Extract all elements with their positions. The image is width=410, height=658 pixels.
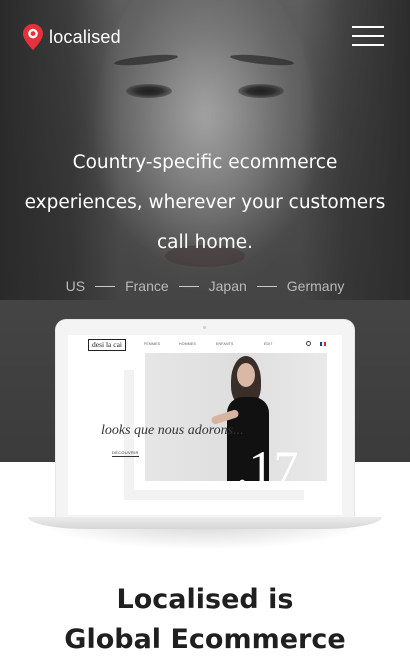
- country-list: US France Japan Germany: [0, 278, 410, 294]
- country-japan: Japan: [208, 278, 247, 294]
- map-pin-icon: [23, 24, 43, 50]
- mockup-model-face: [237, 363, 255, 387]
- laptop-camera: [203, 326, 206, 329]
- hamburger-icon[interactable]: [352, 26, 384, 46]
- mockup-site-nav: desi la cai FEMMES HOMMES ENFANTS EDIT: [68, 335, 342, 355]
- hero-headline-line: Country-specific ecommerce: [72, 152, 338, 173]
- mockup-nav-link: FEMMES: [144, 342, 161, 346]
- french-flag-icon: [320, 342, 326, 346]
- mockup-nav-link: ENFANTS: [216, 342, 234, 346]
- mockup-nav-link: EDIT: [264, 342, 273, 346]
- brand-name: localised: [49, 26, 121, 47]
- country-us: US: [65, 278, 86, 294]
- flag-stripe: [324, 342, 326, 346]
- country-france: France: [125, 278, 169, 294]
- site-header: localised: [0, 0, 410, 72]
- hero-image-eye: [238, 84, 284, 98]
- hero-headline: Country-specific ecommerce experiences, …: [20, 143, 390, 263]
- country-separator: [178, 285, 199, 287]
- laptop-mockup: desi la cai FEMMES HOMMES ENFANTS EDIT .…: [56, 320, 354, 524]
- mockup-site-logo: desi la cai: [88, 339, 126, 351]
- brand-logo[interactable]: localised: [23, 24, 121, 50]
- section-title-line: Global Ecommerce: [64, 624, 346, 655]
- country-germany: Germany: [286, 278, 345, 294]
- mockup-cta-link: DÉCOUVRIR: [112, 450, 139, 457]
- mockup-tagline: looks que nous adorons...: [101, 423, 244, 438]
- hero-headline-line: call home.: [157, 232, 253, 253]
- section-title: Localised is Global Ecommerce: [0, 580, 410, 658]
- mockup-nav-link: HOMMES: [179, 342, 196, 346]
- hero-image-eye: [126, 84, 172, 98]
- laptop-screen: desi la cai FEMMES HOMMES ENFANTS EDIT .…: [68, 335, 342, 515]
- laptop-base: [28, 517, 382, 529]
- hero-headline-line: experiences, wherever your customers: [24, 192, 386, 213]
- country-separator: [95, 285, 116, 287]
- mockup-issue-number: .17: [236, 440, 299, 496]
- section-title-line: Localised is: [116, 584, 294, 615]
- search-icon: [306, 341, 311, 346]
- country-separator: [256, 285, 277, 287]
